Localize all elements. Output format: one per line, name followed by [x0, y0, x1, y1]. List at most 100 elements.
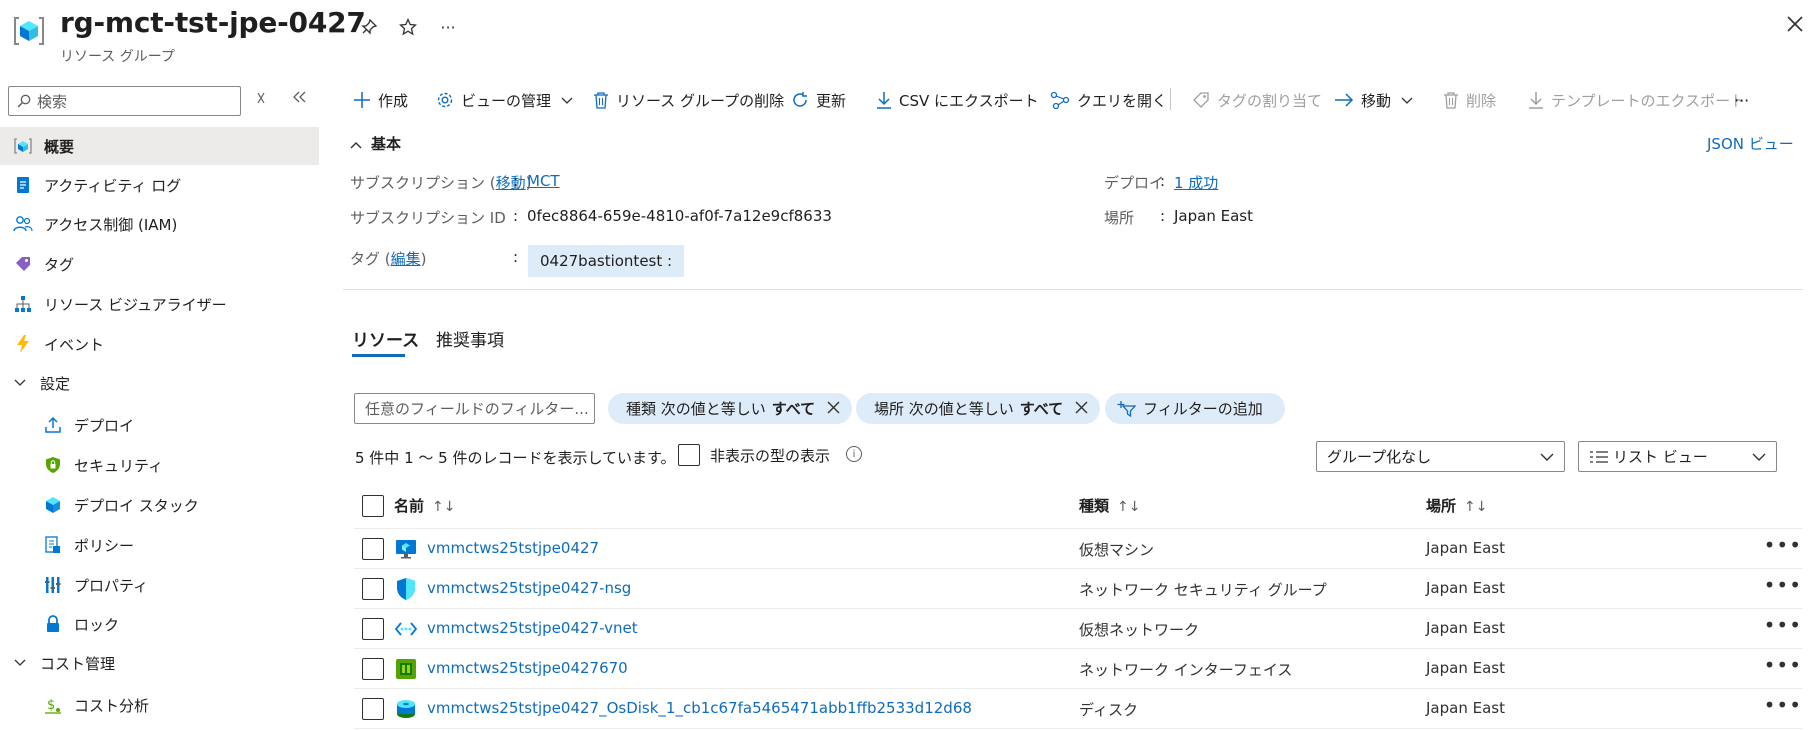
location-filter-pill[interactable]: 場所 次の値と等しい すべて	[856, 393, 1101, 424]
collapse-nav-icon[interactable]	[291, 90, 307, 108]
nav-item-policies[interactable]: ポリシー	[0, 526, 319, 564]
resource-location: Japan East	[1426, 539, 1505, 557]
nav-label-properties: プロパティ	[74, 576, 149, 595]
chevron-down-icon	[1540, 448, 1554, 466]
info-icon[interactable]: i	[846, 446, 862, 462]
nav-item-cost-analysis[interactable]: $ コスト分析	[0, 686, 319, 724]
nav-item-locks[interactable]: ロック	[0, 605, 319, 643]
row-checkbox[interactable]	[362, 658, 384, 680]
table-row[interactable]: vmmctws25tstjpe0427_OsDisk_1_cb1c67fa546…	[354, 689, 1802, 729]
grouping-value: グループ化なし	[1327, 448, 1432, 466]
nav-item-activity-log[interactable]: アクティビティ ログ	[0, 166, 319, 204]
chevron-down-icon	[561, 91, 573, 109]
deploy-icon	[42, 414, 64, 436]
resource-name-link[interactable]: vmmctws25tstjpe0427_OsDisk_1_cb1c67fa546…	[427, 699, 972, 717]
row-checkbox[interactable]	[362, 618, 384, 640]
tag-chip[interactable]: 0427bastiontest :	[528, 245, 685, 277]
filter-input[interactable]: 任意のフィールドのフィルター...	[354, 393, 595, 424]
row-more-icon[interactable]: •••	[1764, 573, 1802, 597]
type-filter-pill[interactable]: 種類 次の値と等しい すべて	[608, 393, 853, 424]
nav-item-properties[interactable]: プロパティ	[0, 566, 319, 604]
row-more-icon[interactable]: •••	[1764, 613, 1802, 637]
resource-location: Japan East	[1426, 699, 1505, 717]
subscription-id-label: サブスクリプション ID	[350, 209, 506, 227]
tags-edit-link[interactable]: 編集	[391, 250, 421, 268]
export-csv-button[interactable]: CSV にエクスポート	[876, 88, 1039, 112]
nic-icon	[396, 659, 416, 679]
nav-label-resource-visualizer: リソース ビジュアライザー	[44, 295, 227, 314]
toolbar-more-icon[interactable]: ···	[1734, 88, 1749, 112]
show-hidden-types-checkbox[interactable]	[678, 444, 700, 466]
nav-item-deployment-stacks[interactable]: デプロイ スタック	[0, 486, 319, 524]
tab-recommendations[interactable]: 推奨事項	[436, 326, 504, 351]
close-icon[interactable]	[827, 398, 840, 419]
close-icon[interactable]	[1785, 14, 1805, 40]
table-row[interactable]: vmmctws25tstjpe0427670 ネットワーク インターフェイス J…	[354, 649, 1802, 689]
type-filter-value: すべて	[771, 400, 816, 418]
tab-resources[interactable]: リソース	[352, 326, 419, 351]
select-all-checkbox[interactable]	[362, 495, 384, 517]
column-header-name[interactable]: 名前 ↑↓	[394, 495, 455, 516]
table-row[interactable]: vmmctws25tstjpe0427 仮想マシン Japan East •••	[354, 529, 1802, 569]
row-more-icon[interactable]: •••	[1764, 653, 1802, 677]
deployment-stack-icon	[42, 494, 64, 516]
nav-item-overview[interactable]: 概要	[0, 127, 319, 165]
row-checkbox[interactable]	[362, 578, 384, 600]
table-row[interactable]: vmmctws25tstjpe0427-vnet 仮想ネットワーク Japan …	[354, 609, 1802, 649]
list-view-icon	[1589, 450, 1609, 464]
svg-text:$: $	[47, 698, 55, 713]
delete-resource-group-button[interactable]: リソース グループの削除	[593, 88, 784, 112]
nsg-icon	[397, 578, 415, 600]
assign-tags-button[interactable]: タグの割り当て	[1192, 88, 1322, 112]
row-checkbox[interactable]	[362, 698, 384, 720]
move-button[interactable]: 移動	[1334, 88, 1413, 112]
nav-item-deployments[interactable]: デプロイ	[0, 406, 319, 444]
more-icon[interactable]: ···	[437, 16, 459, 38]
cost-analysis-icon: $	[42, 694, 64, 716]
essentials-toggle[interactable]: 基本	[350, 133, 401, 154]
add-filter-button[interactable]: フィルターの追加	[1105, 393, 1285, 424]
nav-item-iam[interactable]: アクセス制御 (IAM)	[0, 205, 319, 243]
close-icon[interactable]	[1075, 398, 1088, 419]
open-query-button[interactable]: クエリを開く	[1050, 88, 1167, 112]
column-header-location[interactable]: 場所 ↑↓	[1426, 495, 1487, 516]
column-header-type[interactable]: 種類 ↑↓	[1079, 495, 1140, 516]
row-checkbox[interactable]	[362, 538, 384, 560]
view-dropdown[interactable]: リスト ビュー	[1578, 441, 1777, 472]
clear-search-icon[interactable]	[254, 90, 268, 109]
resource-name-link[interactable]: vmmctws25tstjpe0427-vnet	[427, 619, 638, 637]
subscription-value-link[interactable]: MCT	[527, 172, 560, 190]
subscription-move-link[interactable]: 移動	[496, 174, 526, 192]
nav-item-resource-visualizer[interactable]: リソース ビジュアライザー	[0, 285, 319, 323]
resource-name-link[interactable]: vmmctws25tstjpe0427-nsg	[427, 579, 631, 597]
search-placeholder: 検索	[37, 92, 68, 111]
table-row[interactable]: vmmctws25tstjpe0427-nsg ネットワーク セキュリティ グル…	[354, 569, 1802, 609]
star-icon[interactable]	[397, 16, 419, 38]
tab-active-indicator	[352, 354, 405, 357]
manage-view-button[interactable]: ビューの管理	[436, 88, 573, 112]
nav-group-settings[interactable]: 設定	[0, 364, 319, 402]
nav-item-security[interactable]: セキュリティ	[0, 446, 319, 484]
search-input[interactable]: 検索	[8, 86, 241, 116]
json-view-link[interactable]: JSON ビュー	[1707, 133, 1794, 154]
nav-label-cost-analysis: コスト分析	[74, 696, 150, 715]
row-more-icon[interactable]: •••	[1764, 693, 1802, 717]
resource-name-link[interactable]: vmmctws25tstjpe0427670	[427, 659, 628, 677]
grouping-dropdown[interactable]: グループ化なし	[1316, 441, 1565, 472]
delete-button[interactable]: 削除	[1443, 88, 1496, 112]
location-label: 場所	[1104, 209, 1135, 227]
row-more-icon[interactable]: •••	[1764, 533, 1802, 557]
nav-item-events[interactable]: イベント	[0, 325, 319, 363]
add-filter-icon	[1117, 400, 1137, 418]
chevron-down-icon	[1752, 448, 1766, 466]
chevron-down-icon	[14, 376, 26, 390]
resource-name-link[interactable]: vmmctws25tstjpe0427	[427, 539, 599, 557]
deploy-value-link[interactable]: 1 成功	[1174, 172, 1218, 193]
refresh-button[interactable]: 更新	[791, 88, 846, 112]
export-template-button[interactable]: テンプレートのエクスポート	[1528, 88, 1745, 112]
nav-item-tags[interactable]: タグ	[0, 245, 319, 283]
trash-icon	[1443, 91, 1459, 109]
pin-icon[interactable]	[358, 16, 380, 38]
create-button[interactable]: 作成	[353, 88, 408, 112]
nav-group-cost-management[interactable]: コスト管理	[0, 644, 319, 682]
